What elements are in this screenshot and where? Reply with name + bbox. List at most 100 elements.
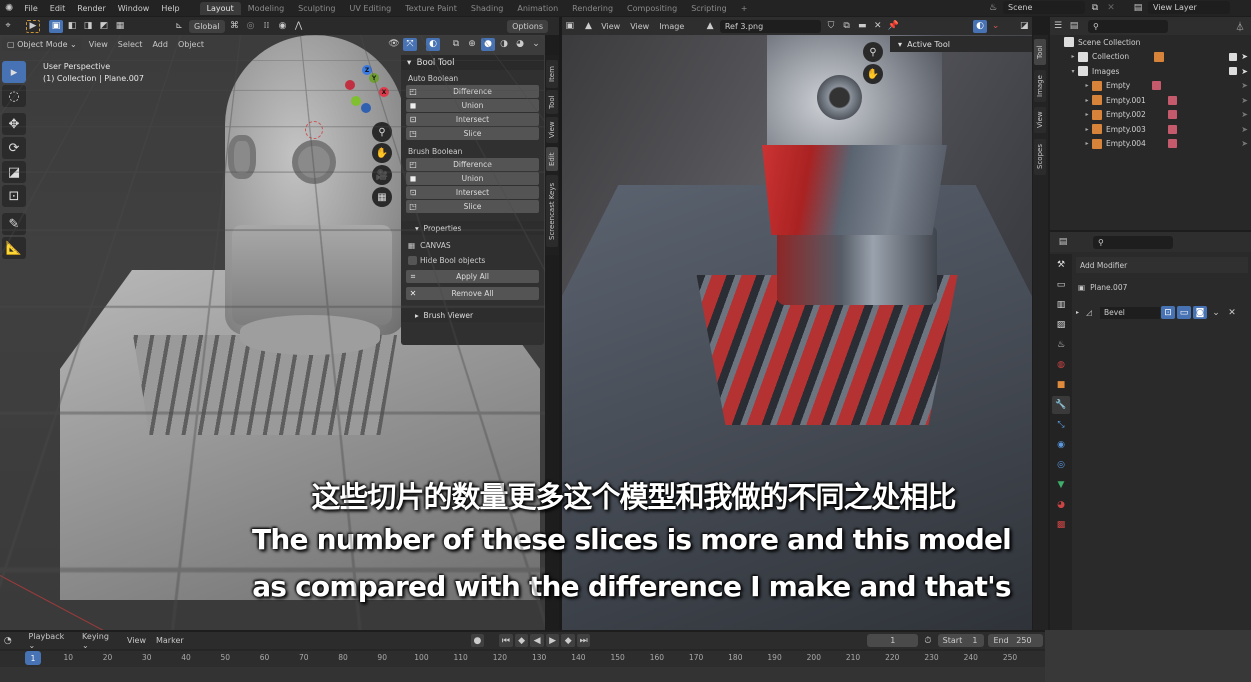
image-view-mode-icon[interactable]: ▲ <box>582 20 596 33</box>
jump-start-icon[interactable]: ⏮ <box>499 634 513 647</box>
open-image-icon[interactable]: ▬ <box>855 20 869 33</box>
gizmo-neg-y[interactable] <box>351 96 361 106</box>
falloff-icon[interactable]: ⋀ <box>292 20 306 33</box>
image-name-field[interactable]: Ref 3.png <box>719 19 822 33</box>
navigation-gizmo[interactable]: Z Y X <box>345 65 395 120</box>
play-icon[interactable]: ▶ <box>545 634 560 647</box>
display-channels-icon[interactable]: ◪ <box>1017 20 1031 33</box>
new-image-icon[interactable]: ⧉ <box>840 20 854 33</box>
outliner-item-empty-002[interactable]: ▸ Empty.002 ➤ <box>1050 108 1251 123</box>
view-layer-tab-icon[interactable]: ▨ <box>1052 316 1070 334</box>
image-menu-view[interactable]: View <box>625 22 654 31</box>
current-frame-field[interactable]: 1 <box>867 634 919 647</box>
zoom-view-icon[interactable]: ⚲ <box>372 122 392 142</box>
shading-rendered-icon[interactable]: ◕ <box>513 38 527 51</box>
modifier-menu-icon[interactable]: ⌄ <box>1209 306 1223 319</box>
expand-icon[interactable]: ▸ <box>1082 82 1092 89</box>
tab-animation[interactable]: Animation <box>510 2 565 15</box>
select-mode-extend-icon[interactable]: ◧ <box>65 20 79 33</box>
apply-all-button[interactable]: ⌗ Apply All <box>406 270 539 283</box>
keying-menu[interactable]: Keying ⌄ <box>77 632 122 650</box>
selectable-icon[interactable]: ➤ <box>1241 125 1248 134</box>
delete-scene-icon[interactable]: ✕ <box>1104 1 1118 14</box>
brush-slice-button[interactable]: ◳ Slice <box>406 200 539 213</box>
exclude-checkbox[interactable] <box>1229 52 1237 61</box>
overlay-dropdown-icon[interactable]: ⌄ <box>989 20 1003 33</box>
rotate-tool-icon[interactable]: ⟳ <box>2 137 26 159</box>
selectable-icon[interactable]: ➤ <box>1241 52 1248 61</box>
properties-section-header[interactable]: ▾ Properties <box>401 221 544 235</box>
sidebar-tab-tool[interactable]: Tool <box>546 90 558 114</box>
measure-tool-icon[interactable]: 📐 <box>2 237 26 259</box>
expand-icon[interactable]: ▸ <box>1082 97 1092 104</box>
remove-modifier-icon[interactable]: ✕ <box>1225 306 1239 319</box>
gizmo-x-axis[interactable]: X <box>379 87 389 97</box>
shading-solid-icon[interactable]: ● <box>481 37 495 51</box>
options-dropdown[interactable]: Options <box>507 19 548 33</box>
image-tab-tool[interactable]: Tool <box>1034 39 1046 65</box>
camera-view-icon[interactable]: 🎥 <box>372 165 392 185</box>
expand-icon[interactable]: ▸ <box>1082 140 1092 147</box>
pivot-point-icon[interactable]: ⌘ <box>228 20 242 33</box>
select-mode-new-icon[interactable]: ▣ <box>49 19 63 33</box>
brush-intersect-button[interactable]: ⊡ Intersect <box>406 186 539 199</box>
gizmo-y-axis[interactable]: Y <box>369 73 379 83</box>
output-tab-icon[interactable]: ▥ <box>1052 296 1070 314</box>
play-reverse-icon[interactable]: ◀ <box>530 634 544 647</box>
view-layer-icon[interactable]: ▤ <box>1131 1 1145 14</box>
hide-bool-checkbox[interactable] <box>408 256 417 265</box>
playback-menu[interactable]: Playback ⌄ <box>24 632 78 650</box>
gizmo-toggle-icon[interactable]: ⤧ <box>403 37 417 51</box>
snap-icon[interactable]: ◎ <box>244 20 258 33</box>
expand-modifier-icon[interactable]: ▸ <box>1076 309 1086 316</box>
cursor-tool-icon[interactable]: ◌ <box>2 85 26 107</box>
sidebar-tab-view[interactable]: View <box>546 117 558 143</box>
timeline-track-area[interactable] <box>0 667 1045 682</box>
shading-options-icon[interactable]: ⌄ <box>529 38 543 51</box>
outliner-item-images[interactable]: ▾ Images ➤ <box>1050 64 1251 79</box>
transform-orientation-dropdown[interactable]: Global <box>189 19 225 33</box>
jump-keyframe-back-icon[interactable]: ◆ <box>514 634 529 647</box>
selectable-icon[interactable]: ➤ <box>1241 81 1248 90</box>
menu-window[interactable]: Window <box>112 4 156 13</box>
fake-user-icon[interactable]: ⛉ <box>824 20 838 33</box>
mode-dropdown[interactable]: ▢ Object Mode ⌄ <box>2 37 82 51</box>
auto-difference-button[interactable]: ◰ Difference <box>406 85 539 98</box>
move-tool-icon[interactable]: ✥ <box>2 113 26 135</box>
gizmo-neg-z[interactable] <box>361 103 371 113</box>
selectable-icon[interactable]: ➤ <box>1241 139 1248 148</box>
brush-union-button[interactable]: ◼ Union <box>406 172 539 185</box>
select-mode-invert-icon[interactable]: ◩ <box>97 20 111 33</box>
proportional-edit-icon[interactable]: ◉ <box>276 20 290 33</box>
view-layer-field[interactable]: View Layer <box>1148 1 1230 14</box>
start-frame-field[interactable]: Start 1 <box>937 634 985 647</box>
viewport-menu-object[interactable]: Object <box>173 40 209 49</box>
frame-ruler[interactable]: 1 10 20 30 40 50 60 70 80 90 100 110 120 130 140 150 16… <box>0 651 1045 667</box>
transform-tool-icon[interactable]: ⊡ <box>2 185 26 207</box>
image-overlay-icon[interactable]: ◐ <box>973 19 987 33</box>
brush-viewer-section-header[interactable]: ▸ Brush Viewer <box>401 308 544 322</box>
jump-end-icon[interactable]: ⏭ <box>576 634 591 647</box>
sidebar-tab-item[interactable]: Item <box>546 60 558 88</box>
image-mode-dropdown[interactable]: View <box>596 22 625 31</box>
selectable-icon[interactable]: ➤ <box>1241 110 1248 119</box>
modifier-tab-icon[interactable]: 🔧 <box>1052 396 1070 414</box>
tab-compositing[interactable]: Compositing <box>620 2 684 15</box>
tab-modeling[interactable]: Modeling <box>241 2 291 15</box>
outliner-item-empty[interactable]: ▸ Empty ➤ <box>1050 79 1251 94</box>
timeline-view-menu[interactable]: View <box>122 636 151 645</box>
tab-texture-paint[interactable]: Texture Paint <box>398 2 464 15</box>
active-tool-panel-header[interactable]: ▾ Active Tool <box>890 36 1032 52</box>
viewport-menu-add[interactable]: Add <box>147 40 173 49</box>
select-mode-subtract-icon[interactable]: ◨ <box>81 20 95 33</box>
expand-icon[interactable]: ▸ <box>1068 53 1078 60</box>
viewport-toggle-icon[interactable]: ▭ <box>1177 306 1191 319</box>
expand-icon[interactable]: ▸ <box>1082 126 1092 133</box>
tab-sculpting[interactable]: Sculpting <box>291 2 342 15</box>
sidebar-tab-screencast-keys[interactable]: Screencast Keys <box>546 175 558 247</box>
gizmo-neg-x[interactable] <box>345 80 355 90</box>
auto-intersect-button[interactable]: ⊡ Intersect <box>406 113 539 126</box>
modifier-name-field[interactable]: Bevel <box>1100 306 1160 319</box>
image-tab-scopes[interactable]: Scopes <box>1034 139 1046 175</box>
collapse-icon[interactable]: ▾ <box>1068 68 1078 75</box>
